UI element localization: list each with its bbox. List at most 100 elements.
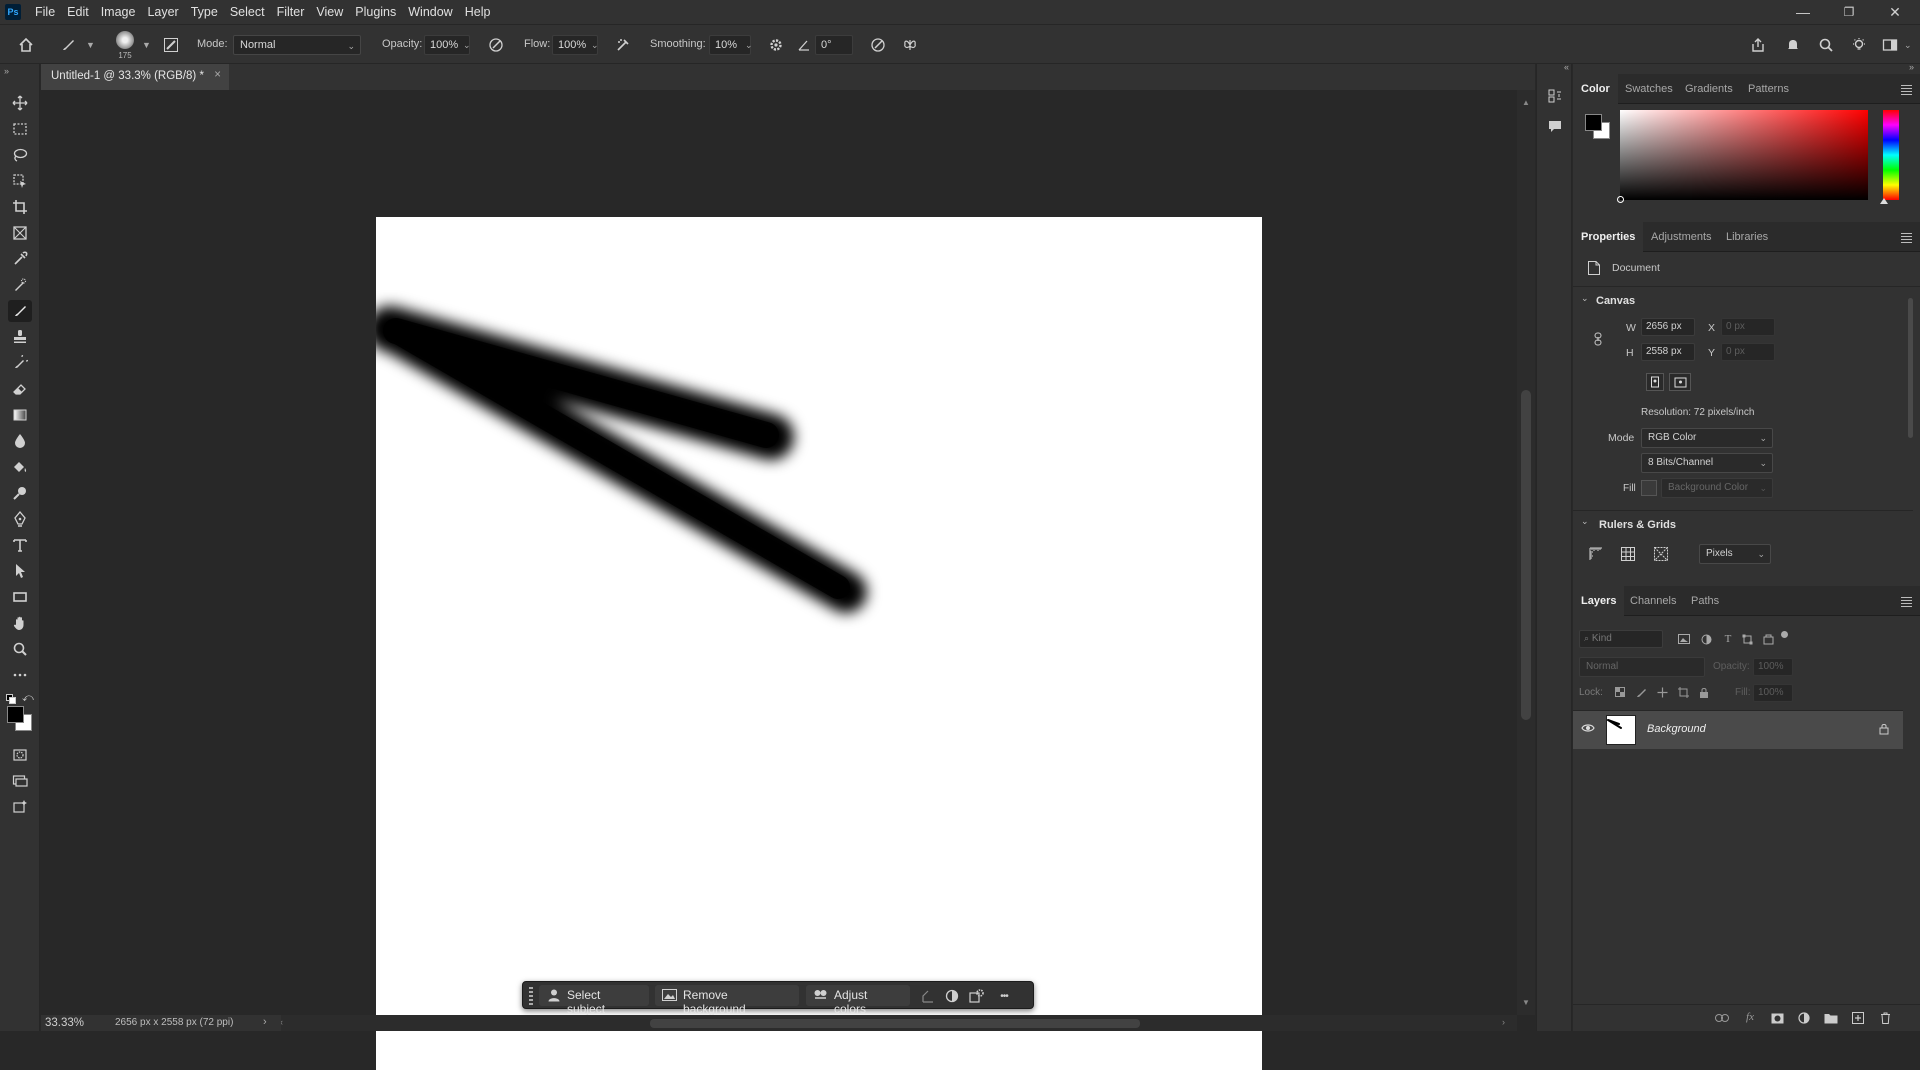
document-tab[interactable]: Untitled-1 @ 33.3% (RGB/8) * × — [41, 64, 229, 90]
close-window-button[interactable]: ✕ — [1872, 0, 1918, 24]
link-layers-icon[interactable] — [1714, 1010, 1730, 1026]
spot-healing-brush-tool-icon[interactable] — [8, 274, 32, 296]
tab-color[interactable]: Color — [1573, 74, 1618, 104]
landscape-orientation-icon[interactable] — [1669, 373, 1691, 391]
scroll-up-icon[interactable]: ▲ — [1522, 98, 1530, 107]
layer-thumbnail[interactable] — [1606, 715, 1636, 745]
collapse-arrows-icon[interactable]: » — [4, 66, 9, 76]
add-layer-mask-icon[interactable] — [1769, 1010, 1785, 1026]
chevron-down-icon[interactable]: ⌄ — [745, 40, 753, 51]
rulers-icon[interactable] — [1586, 544, 1606, 564]
layer-blend-mode-dropdown[interactable]: Normal — [1579, 657, 1705, 677]
menu-help[interactable]: Help — [459, 0, 497, 24]
brush-preset-icon[interactable] — [58, 35, 78, 55]
lock-image-pixels-icon[interactable] — [1634, 684, 1648, 700]
vertical-scrollbar[interactable]: ▲ ▼ — [1517, 90, 1535, 1015]
horizontal-scroll-thumb[interactable] — [650, 1019, 1140, 1028]
search-icon[interactable] — [1816, 35, 1836, 55]
remove-background-button[interactable]: Remove background — [655, 985, 799, 1016]
lock-artboard-icon[interactable] — [1676, 684, 1690, 700]
history-brush-tool-icon[interactable] — [8, 352, 32, 374]
discover-lightbulb-icon[interactable] — [1849, 35, 1869, 55]
color-mode-dropdown[interactable]: RGB Color ⌄ — [1641, 428, 1773, 448]
brush-tip-preview[interactable] — [116, 31, 134, 49]
chevron-down-icon[interactable]: ▼ — [142, 40, 151, 50]
clone-stamp-tool-icon[interactable] — [8, 326, 32, 348]
new-adjustment-layer-icon[interactable] — [1796, 1010, 1812, 1026]
guides-icon[interactable] — [1651, 544, 1671, 564]
lasso-tool-icon[interactable] — [8, 144, 32, 166]
tab-patterns[interactable]: Patterns — [1740, 74, 1797, 104]
horizontal-scrollbar[interactable]: ‹ › — [280, 1015, 1517, 1031]
pressure-size-icon[interactable] — [868, 35, 888, 55]
menu-image[interactable]: Image — [95, 0, 142, 24]
frame-tool-icon[interactable] — [8, 222, 32, 244]
collapse-panels-right-icon[interactable]: » — [1909, 62, 1914, 72]
home-icon[interactable] — [16, 35, 36, 55]
gradient-tool-icon[interactable] — [8, 404, 32, 426]
delete-layer-trash-icon[interactable] — [1877, 1010, 1893, 1026]
mode-dropdown[interactable]: Normal ⌄ — [233, 35, 361, 55]
brush-angle-input[interactable]: 0° — [815, 35, 853, 55]
lock-all-icon[interactable] — [1697, 684, 1711, 700]
status-menu-arrow-icon[interactable]: › — [263, 1016, 267, 1028]
scroll-right-icon[interactable]: › — [1502, 1017, 1505, 1027]
document-info[interactable]: 2656 px x 2558 px (72 ppi) — [115, 1017, 233, 1028]
hue-slider[interactable] — [1880, 110, 1899, 204]
tab-swatches[interactable]: Swatches — [1617, 74, 1681, 104]
document-canvas[interactable] — [376, 217, 1262, 1070]
canvas-y-input[interactable]: 0 px — [1721, 343, 1775, 361]
smoothing-settings-gear-icon[interactable] — [766, 35, 786, 55]
eraser-tool-icon[interactable] — [8, 378, 32, 400]
drag-handle-icon[interactable] — [529, 987, 533, 1005]
blur-tool-icon[interactable] — [8, 430, 32, 452]
swap-colors-icon[interactable]: ⤺ — [22, 692, 34, 705]
tab-channels[interactable]: Channels — [1622, 586, 1684, 616]
rulers-grids-section-title[interactable]: Rulers & Grids — [1599, 519, 1676, 531]
properties-scrollbar[interactable] — [1907, 290, 1915, 515]
link-dimensions-icon[interactable] — [1593, 332, 1603, 346]
filter-pixel-layers-icon[interactable] — [1677, 630, 1691, 648]
tab-layers[interactable]: Layers — [1573, 586, 1625, 616]
foreground-color-swatch[interactable] — [7, 706, 24, 723]
share-icon[interactable] — [1748, 35, 1768, 55]
tab-gradients[interactable]: Gradients — [1677, 74, 1741, 104]
filter-shape-layers-icon[interactable] — [1740, 630, 1754, 648]
canvas-section-title[interactable]: Canvas — [1596, 295, 1635, 307]
layer-locked-icon[interactable] — [1879, 723, 1889, 735]
adjust-colors-button[interactable]: Adjust colors — [806, 985, 910, 1016]
eyedropper-tool-icon[interactable] — [8, 248, 32, 270]
symmetry-butterfly-icon[interactable] — [900, 35, 920, 55]
tab-adjustments[interactable]: Adjustments — [1643, 222, 1720, 252]
layer-name[interactable]: Background — [1647, 723, 1706, 735]
generative-fill-icon[interactable] — [8, 796, 32, 818]
dodge-tool-icon[interactable] — [8, 482, 32, 504]
chevron-down-icon[interactable]: ⌄ — [463, 40, 471, 51]
menu-file[interactable]: File — [29, 0, 61, 24]
hue-slider-handle[interactable] — [1880, 198, 1888, 204]
chevron-down-icon[interactable]: ⌄ — [1581, 516, 1589, 527]
panel-menu-icon[interactable] — [1901, 233, 1912, 245]
tab-libraries[interactable]: Libraries — [1718, 222, 1776, 252]
panel-menu-icon[interactable] — [1901, 85, 1912, 97]
ruler-units-dropdown[interactable]: Pixels ⌄ — [1699, 544, 1771, 564]
crop-tool-icon[interactable] — [8, 196, 32, 218]
rectangle-tool-icon[interactable] — [8, 586, 32, 608]
paint-bucket-tool-icon[interactable] — [8, 456, 32, 478]
vertical-scroll-thumb[interactable] — [1521, 390, 1531, 720]
more-options-icon[interactable]: ••• — [993, 987, 1015, 1005]
tab-properties[interactable]: Properties — [1573, 222, 1644, 252]
properties-scroll-thumb[interactable] — [1908, 298, 1913, 438]
layer-opacity-input[interactable]: 100% — [1753, 658, 1793, 676]
path-selection-tool-icon[interactable] — [8, 560, 32, 582]
pen-tool-icon[interactable] — [8, 508, 32, 530]
comments-panel-icon[interactable] — [1545, 116, 1565, 136]
screen-mode-icon[interactable] — [8, 770, 32, 792]
task-bar-settings-icon[interactable] — [967, 987, 985, 1005]
layer-styles-fx-icon[interactable]: fx — [1742, 1009, 1758, 1025]
minimize-button[interactable]: — — [1780, 0, 1826, 24]
history-panel-icon[interactable] — [1545, 86, 1565, 106]
lock-transparent-pixels-icon[interactable] — [1613, 684, 1627, 700]
chevron-down-icon[interactable]: ⌄ — [1581, 293, 1589, 304]
filter-type-layers-icon[interactable]: T — [1721, 630, 1735, 648]
